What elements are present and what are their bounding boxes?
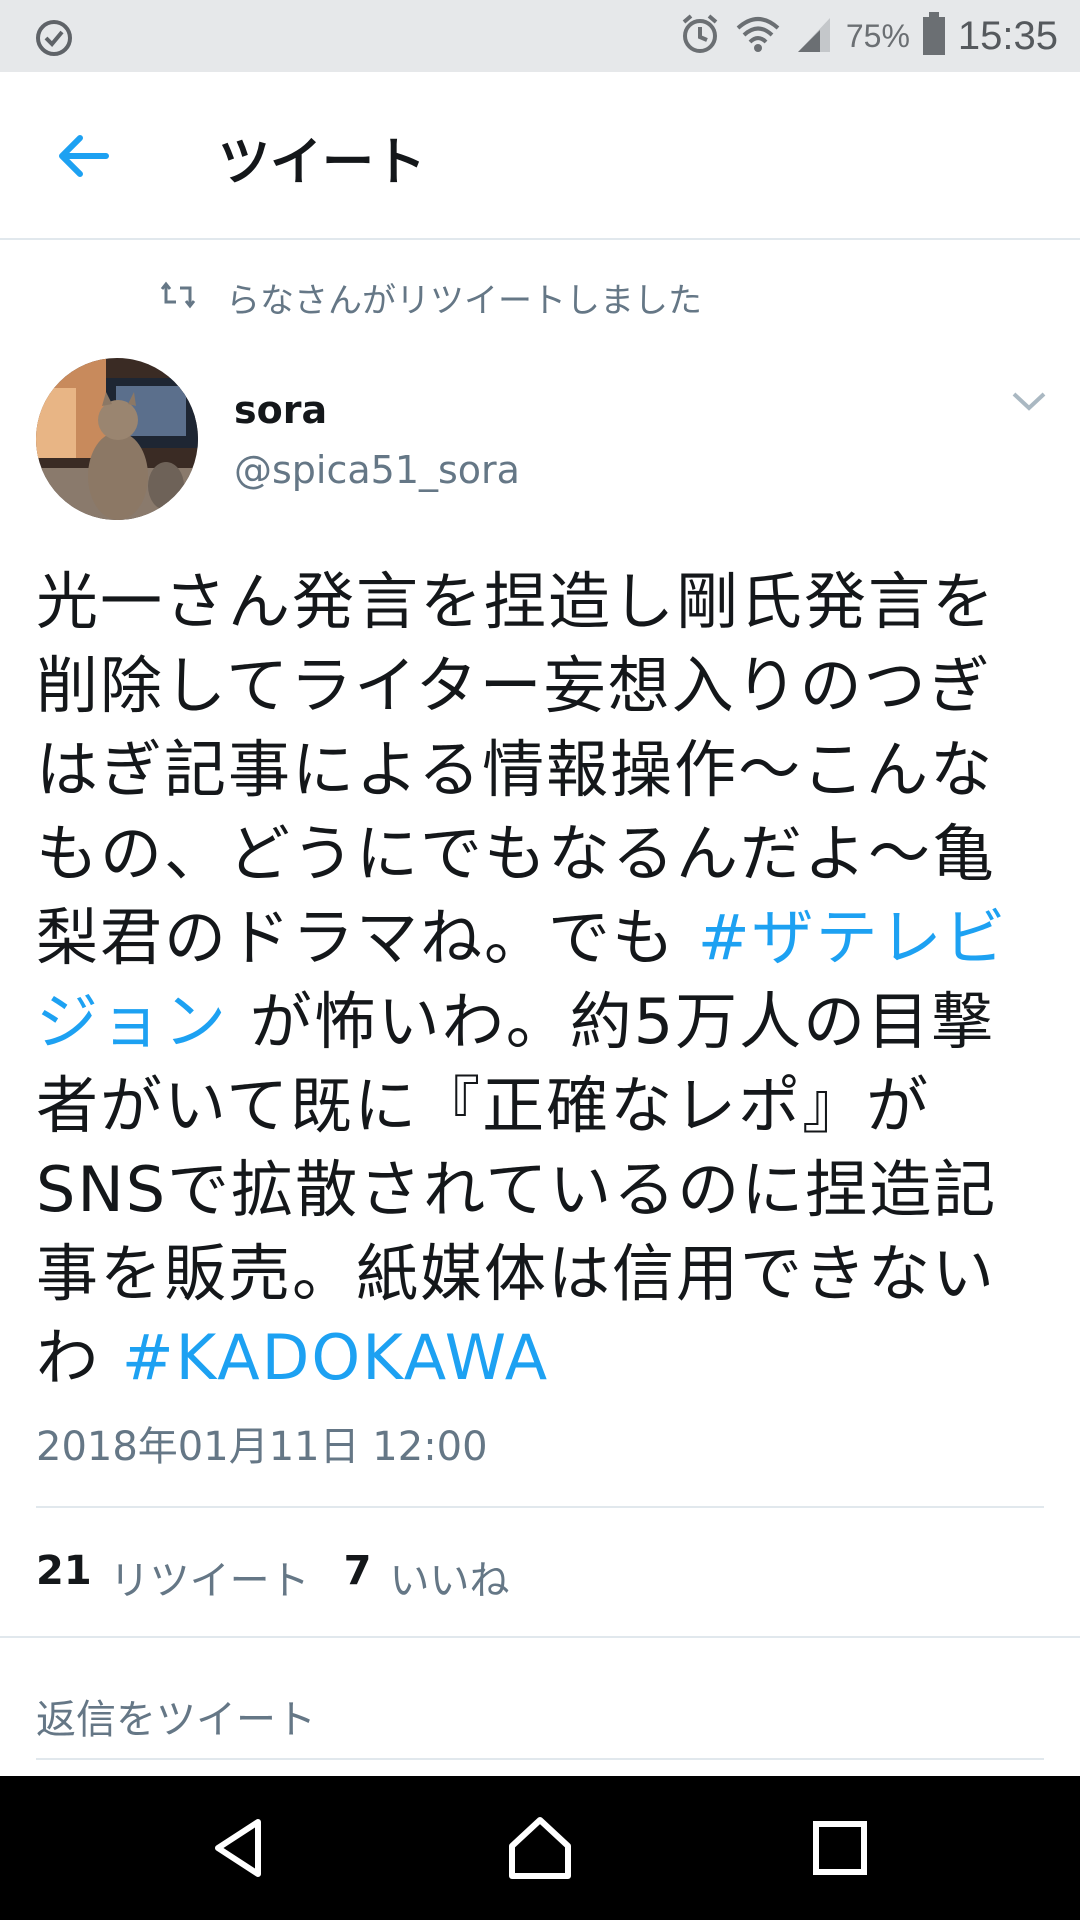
chevron-down-icon[interactable] xyxy=(1010,388,1048,416)
signal-icon xyxy=(794,14,834,58)
like-count: 7 xyxy=(343,1548,372,1594)
nav-recents-icon[interactable] xyxy=(804,1812,876,1884)
tweet-timestamp: 2018年01月11日 12:00 xyxy=(36,1424,488,1470)
battery-icon xyxy=(922,12,946,60)
author-handle: @spica51_sora xyxy=(234,448,520,492)
divider xyxy=(0,1636,1080,1638)
author-name[interactable]: sora xyxy=(234,388,327,432)
avatar[interactable] xyxy=(36,358,198,520)
divider xyxy=(36,1758,1044,1760)
retweet-stat[interactable]: 21 リツイート xyxy=(36,1548,310,1606)
divider xyxy=(36,1506,1044,1508)
retweet-label: リツイート xyxy=(109,1558,310,1604)
clock: 15:35 xyxy=(957,13,1058,58)
battery-percentage: 75% xyxy=(845,17,910,54)
hashtag-link[interactable]: #KADOKAWA xyxy=(122,1321,549,1394)
retweet-count: 21 xyxy=(36,1548,92,1594)
alarm-icon xyxy=(678,12,722,60)
retweeted-by-text: らなさんがリツイートしました xyxy=(226,280,702,321)
status-icons: 75% 15:35 xyxy=(678,10,1058,62)
navigation-bar xyxy=(0,1776,1080,1920)
page-title: ツイート xyxy=(218,133,427,193)
retweeted-by[interactable]: らなさんがリツイートしました xyxy=(160,272,702,322)
tweet-stats: 21 リツイート 7 いいね xyxy=(36,1548,510,1606)
like-stat[interactable]: 7 いいね xyxy=(344,1548,510,1606)
nav-back-icon[interactable] xyxy=(204,1812,276,1884)
retweet-icon xyxy=(160,280,196,314)
tweet-text: 光一さん発言を捏造し剛氏発言を削除してライター妄想入りのつぎはぎ記事による情報操… xyxy=(36,560,1046,1400)
like-label: いいね xyxy=(389,1558,510,1604)
reply-input[interactable]: 返信をツイート xyxy=(36,1680,1044,1760)
back-arrow-icon xyxy=(59,135,109,177)
app-header: ツイート xyxy=(0,72,1080,240)
nav-home-icon[interactable] xyxy=(504,1812,576,1884)
status-bar: 75% 15:35 xyxy=(0,0,1080,72)
check-circle-icon xyxy=(34,18,74,58)
back-button[interactable] xyxy=(52,124,116,188)
wifi-icon xyxy=(734,14,782,58)
